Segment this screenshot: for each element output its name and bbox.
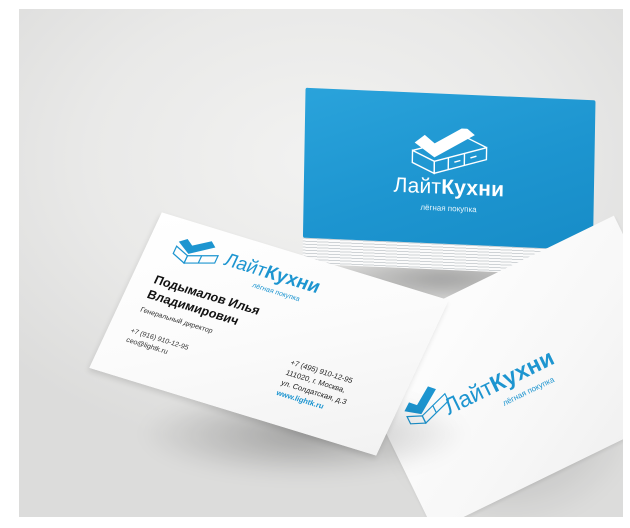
person-name: Подымалов Илья Владимирович <box>144 272 263 333</box>
brand-bold-text: Кухни <box>440 175 505 202</box>
product-photo: ЛайтКухни лёгная покупка ЛайтКухни лёгна… <box>19 9 623 517</box>
kitchen-checkmark-logo-icon <box>411 126 488 175</box>
person-contact: +7 (916) 910-12-95 ceo@lightk.ru <box>124 327 190 363</box>
blue-card: ЛайтКухни лёгная покупка <box>302 87 596 251</box>
company-contact: +7 (495) 910-12-95 111020, г. Москва, ул… <box>274 357 358 417</box>
brand-light-text: Лайт <box>393 173 442 199</box>
